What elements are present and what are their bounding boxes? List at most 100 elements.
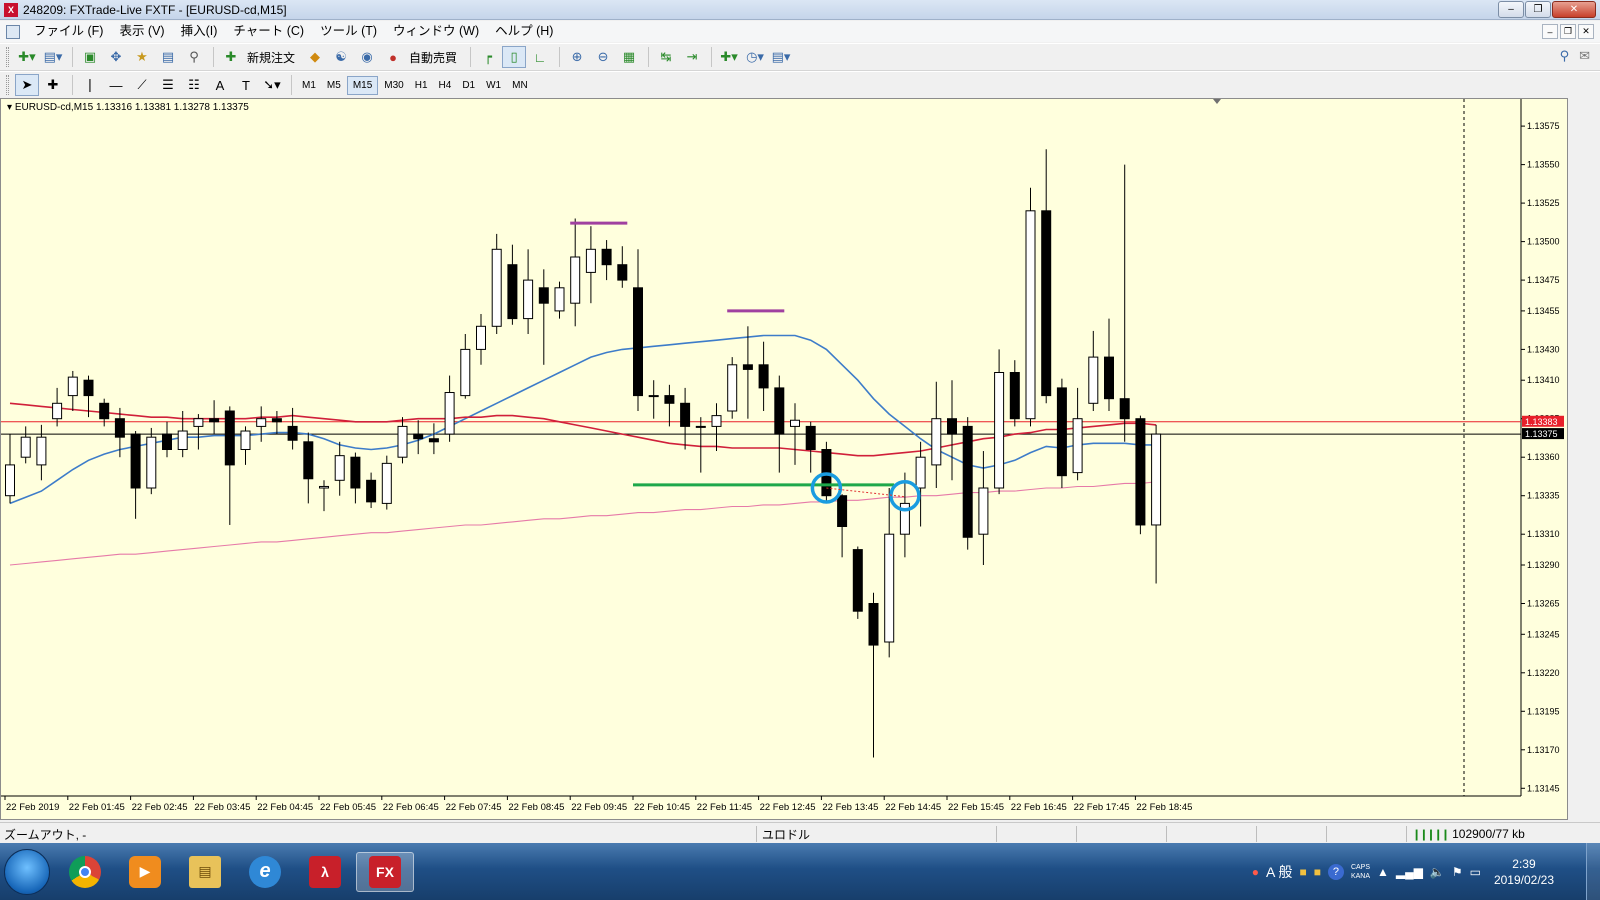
equidistant-channel-icon[interactable]: ☰ bbox=[156, 74, 180, 96]
period-m1-button[interactable]: M1 bbox=[297, 77, 321, 94]
terminal-icon[interactable]: ▤ bbox=[156, 46, 180, 68]
period-m30-button[interactable]: M30 bbox=[379, 77, 408, 94]
mdi-minimize-button[interactable]: – bbox=[1542, 24, 1558, 39]
candle-body bbox=[1056, 387, 1067, 477]
x-tick-label: 22 Feb 15:45 bbox=[948, 802, 1004, 813]
candle-body bbox=[476, 325, 486, 350]
tile-windows-icon[interactable]: ▦ bbox=[617, 46, 641, 68]
candle-body bbox=[1088, 356, 1099, 404]
metaeditor-icon[interactable]: ◆ bbox=[303, 46, 327, 68]
profiles-icon[interactable]: ▤▾ bbox=[41, 46, 65, 68]
navigator-icon[interactable]: ★ bbox=[130, 46, 154, 68]
text-label-icon[interactable]: T bbox=[234, 74, 258, 96]
text-icon[interactable]: A bbox=[208, 74, 232, 96]
action-center-flag-icon[interactable]: ⚑ bbox=[1452, 865, 1463, 879]
new-order-icon[interactable]: ✚ bbox=[219, 46, 243, 68]
fibonacci-icon[interactable]: ☷ bbox=[182, 74, 206, 96]
price-chart[interactable]: 1.13575 1.13550 1.13525 1.13500 1.13475 1.134… bbox=[1, 99, 1567, 819]
arrows-icon[interactable]: ➘▾ bbox=[260, 74, 284, 96]
periods-icon[interactable]: ◷▾ bbox=[743, 46, 767, 68]
y-tick-label: 1.13245 bbox=[1527, 629, 1560, 639]
menu-window[interactable]: ウィンドウ (W) bbox=[385, 21, 487, 42]
period-mn-button[interactable]: MN bbox=[507, 77, 533, 94]
period-h4-button[interactable]: H4 bbox=[434, 77, 457, 94]
crosshair-icon[interactable]: ✚ bbox=[41, 74, 65, 96]
period-m5-button[interactable]: M5 bbox=[322, 77, 346, 94]
market-icon[interactable]: ◉ bbox=[355, 46, 379, 68]
mdi-restore-button[interactable]: ❐ bbox=[1560, 24, 1576, 39]
menu-view[interactable]: 表示 (V) bbox=[111, 21, 172, 42]
templates-icon[interactable]: ▤▾ bbox=[769, 46, 793, 68]
restore-button[interactable]: ❐ bbox=[1525, 1, 1551, 18]
zoom-out-icon[interactable]: ⊖ bbox=[591, 46, 615, 68]
show-desktop-button[interactable] bbox=[1586, 843, 1600, 900]
market-watch-icon[interactable]: ▣ bbox=[78, 46, 102, 68]
candle-body bbox=[209, 418, 220, 423]
period-h1-button[interactable]: H1 bbox=[410, 77, 433, 94]
taskbar-media-player[interactable]: ▶ bbox=[116, 852, 174, 892]
bar-chart-icon[interactable]: ┍ bbox=[476, 46, 500, 68]
search-icon[interactable]: ⚲ bbox=[1560, 48, 1570, 64]
menu-tools[interactable]: ツール (T) bbox=[312, 21, 385, 42]
taskbar-ie[interactable]: e bbox=[236, 852, 294, 892]
power-icon[interactable]: ▭ bbox=[1470, 865, 1481, 879]
strategy-tester-icon[interactable]: ⚲ bbox=[182, 46, 206, 68]
horizontal-line-icon[interactable]: — bbox=[104, 74, 128, 96]
menu-help[interactable]: ヘルプ (H) bbox=[487, 21, 561, 42]
ime-dictionary-icon[interactable]: ■ bbox=[1314, 865, 1321, 879]
menu-file[interactable]: ファイル (F) bbox=[26, 21, 111, 42]
notification-icon[interactable]: ● bbox=[1252, 865, 1259, 879]
candle-body bbox=[931, 418, 942, 466]
status-connection[interactable]: ❙❙❙❙❙ 102900/77 kb bbox=[1406, 826, 1600, 842]
taskbar-mt4[interactable]: FX bbox=[356, 851, 414, 892]
x-tick-label: 22 Feb 17:45 bbox=[1074, 802, 1130, 813]
line-chart-icon[interactable]: ∟ bbox=[528, 46, 552, 68]
help-icon[interactable]: ? bbox=[1327, 864, 1344, 880]
toolbar-grip[interactable] bbox=[6, 75, 9, 95]
toolbar-grip[interactable] bbox=[6, 47, 9, 67]
trendline-icon[interactable]: ⟋ bbox=[130, 74, 154, 96]
period-m15-button[interactable]: M15 bbox=[346, 75, 379, 95]
new-chart-icon[interactable]: ✚▾ bbox=[15, 46, 39, 68]
zoom-in-icon[interactable]: ⊕ bbox=[565, 46, 589, 68]
system-clock[interactable]: 2:39 2019/02/23 bbox=[1494, 856, 1554, 888]
taskbar-explorer[interactable]: ▤ bbox=[176, 852, 234, 892]
chart-document-icon[interactable] bbox=[6, 24, 20, 39]
candle-body bbox=[1151, 433, 1162, 526]
period-d1-button[interactable]: D1 bbox=[457, 77, 480, 94]
ime-tools-icon[interactable]: ■ bbox=[1299, 865, 1306, 879]
candle-body bbox=[1009, 372, 1020, 420]
show-hidden-icons[interactable]: ▲ bbox=[1377, 865, 1389, 879]
minimize-button[interactable]: – bbox=[1498, 1, 1524, 18]
taskbar-acrobat[interactable]: λ bbox=[296, 852, 354, 892]
new-order-button[interactable]: 新規注文 bbox=[247, 49, 295, 66]
signals-icon[interactable]: ☯ bbox=[329, 46, 353, 68]
auto-trading-icon[interactable]: ● bbox=[381, 46, 405, 68]
mdi-close-button[interactable]: ✕ bbox=[1578, 24, 1594, 39]
menu-chart[interactable]: チャート (C) bbox=[225, 21, 312, 42]
close-button[interactable]: ✕ bbox=[1552, 1, 1596, 18]
chart-window[interactable]: ▾ EURUSD-cd,M15 1.13316 1.13381 1.13278 … bbox=[0, 98, 1568, 820]
data-window-icon[interactable]: ✥ bbox=[104, 46, 128, 68]
period-w1-button[interactable]: W1 bbox=[481, 77, 506, 94]
candle-body bbox=[570, 256, 581, 304]
auto-trading-button[interactable]: 自動売買 bbox=[409, 49, 457, 66]
window-title: 248209: FXTrade-Live FXTF - [EURUSD-cd,M… bbox=[23, 2, 287, 17]
start-button[interactable] bbox=[4, 848, 50, 895]
candle-body bbox=[790, 419, 800, 427]
candle-body bbox=[381, 462, 392, 504]
vertical-line-icon[interactable]: ❘ bbox=[78, 74, 102, 96]
network-icon[interactable]: ▂▄▆ bbox=[1396, 865, 1423, 879]
menu-insert[interactable]: 挿入(I) bbox=[173, 21, 226, 42]
cursor-icon[interactable]: ➤ bbox=[15, 74, 39, 96]
indicators-icon[interactable]: ✚▾ bbox=[717, 46, 741, 68]
candlestick-icon[interactable]: ▯ bbox=[502, 46, 527, 68]
chart-shift-icon[interactable]: ⇥ bbox=[680, 46, 704, 68]
volume-icon[interactable]: 🔈 bbox=[1430, 865, 1445, 879]
chat-icon[interactable]: ✉ bbox=[1579, 48, 1590, 64]
ime-indicator[interactable]: A 般 bbox=[1266, 862, 1292, 882]
taskbar-chrome[interactable] bbox=[56, 852, 114, 892]
auto-scroll-icon[interactable]: ↹ bbox=[654, 46, 678, 68]
y-tick-label: 1.13455 bbox=[1527, 306, 1560, 316]
y-tick-label: 1.13550 bbox=[1527, 160, 1560, 170]
